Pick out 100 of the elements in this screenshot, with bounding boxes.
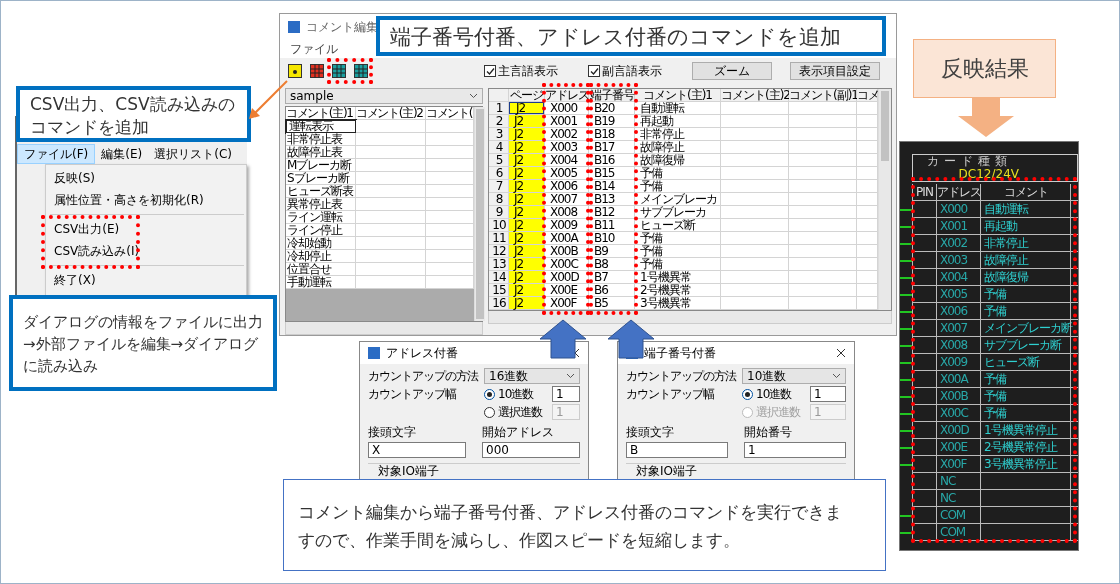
table-cell: X002 [545, 128, 589, 141]
table-cell[interactable]: J2 [509, 297, 545, 310]
table-cell[interactable]: J2 [509, 206, 545, 219]
menu-item[interactable]: 選択リスト(C) [148, 145, 238, 163]
table-cell: B19 [589, 115, 635, 128]
table-cell [721, 271, 789, 284]
table-cell: 故障復帰 [635, 154, 721, 167]
table-cell[interactable]: J2 [509, 271, 545, 284]
table-cell[interactable]: J2 [509, 128, 545, 141]
table-cell[interactable]: J2 [509, 232, 545, 245]
checkbox[interactable]: 主言語表示 [484, 62, 558, 80]
table-cell [721, 219, 789, 232]
page-icon[interactable] [288, 64, 302, 78]
table-cell: ヒューズ断 [635, 219, 721, 232]
input-field[interactable]: 1 [552, 386, 580, 402]
menu-item[interactable]: 属性位置・高さを初期化(R) [46, 189, 246, 211]
callout-text: 端子番号付番、アドレス付番のコマンドを追加 [376, 16, 886, 56]
row-number: 3 [489, 128, 509, 141]
method-dropdown[interactable]: 10進数 [742, 368, 846, 384]
table-cell[interactable]: 非常停止表 [286, 133, 356, 146]
table-cell: 予備 [980, 371, 1070, 388]
table-cell[interactable]: J2 [509, 258, 545, 271]
method-dropdown[interactable]: 16進数 [484, 368, 580, 384]
radio-option[interactable]: 10進数 [484, 385, 548, 403]
table-cell[interactable]: 位置合せ [286, 263, 356, 276]
table-cell [912, 269, 936, 286]
menu-item[interactable]: CSV出力(E) [46, 218, 246, 240]
table-cell: サブブレーカ断 [980, 337, 1070, 354]
settings-button[interactable]: 表示項目設定 [790, 62, 880, 80]
table-cell[interactable]: J2 [509, 154, 545, 167]
table-cell: 非常停止 [635, 128, 721, 141]
table-cell [356, 276, 426, 289]
grid-icon[interactable] [332, 64, 346, 78]
table-cell [356, 185, 426, 198]
table-cell[interactable]: 故障停止表 [286, 146, 356, 159]
app-icon [368, 347, 380, 359]
table-cell[interactable]: J2 [509, 219, 545, 232]
table-cell[interactable]: 手動運転 [286, 276, 356, 289]
table-cell: X009 [936, 354, 980, 371]
table-cell [721, 245, 789, 258]
table-icon[interactable] [310, 64, 324, 78]
close-icon[interactable] [836, 348, 846, 358]
table-cell[interactable]: J2 [509, 167, 545, 180]
dialog-title: 端子番号付番 [644, 344, 716, 362]
table-cell [789, 284, 857, 297]
table-cell[interactable]: J2 [509, 245, 545, 258]
checkbox[interactable]: 副言語表示 [588, 62, 662, 80]
dialog-title: アドレス付番 [386, 344, 458, 362]
menu-item[interactable]: 編集(E) [95, 145, 149, 163]
table-cell[interactable]: 冷却停止 [286, 250, 356, 263]
table-cell[interactable]: J2 [509, 180, 545, 193]
table-cell [426, 276, 474, 289]
row-number: 5 [489, 154, 509, 167]
table-cell[interactable]: Mブレーカ断 [286, 159, 356, 172]
table-cell [857, 102, 878, 115]
table-cell: X00B [545, 245, 589, 258]
table-cell[interactable]: 運転表示 [286, 120, 356, 133]
table-cell[interactable]: J2 [509, 102, 545, 115]
input-field[interactable]: B [626, 442, 728, 458]
menu-item[interactable]: 反映(S) [46, 167, 246, 189]
column-header: アドレス [936, 184, 980, 201]
radio-option[interactable]: 選択進数 [484, 403, 548, 421]
table-cell [912, 371, 936, 388]
table-cell[interactable]: 冷却始動 [286, 237, 356, 250]
table-cell: X008 [545, 206, 589, 219]
menu-item[interactable]: ファイル [284, 40, 344, 58]
table-cell: X00F [936, 456, 980, 473]
scrollbar[interactable] [285, 322, 483, 335]
table-cell[interactable]: J2 [509, 193, 545, 206]
scrollbar[interactable] [474, 107, 485, 321]
table-cell[interactable]: J2 [509, 141, 545, 154]
table-cell[interactable]: J2 [509, 115, 545, 128]
table-cell[interactable]: ライン運転 [286, 211, 356, 224]
table-cell[interactable]: Sブレーカ断 [286, 172, 356, 185]
input-field[interactable]: 1 [810, 386, 846, 402]
menu-item[interactable]: 終了(X) [46, 269, 246, 291]
zoom-button[interactable]: ズーム [692, 62, 772, 80]
scrollbar[interactable] [878, 89, 891, 310]
table-cell: X00A [936, 371, 980, 388]
table-cell[interactable]: 異常停止表 [286, 198, 356, 211]
table-cell: 1号機異常 [635, 271, 721, 284]
field-label: カウントアップの方法 [368, 367, 480, 385]
table-cell[interactable]: J2 [509, 284, 545, 297]
check-icon [485, 66, 495, 76]
table-cell: B10 [589, 232, 635, 245]
table-cell [426, 120, 474, 133]
table-cell[interactable]: ライン停止 [286, 224, 356, 237]
table-cell [356, 172, 426, 185]
table-cell [789, 232, 857, 245]
scrollbar[interactable] [488, 311, 892, 324]
menu-item[interactable]: ファイル(F) [17, 144, 96, 164]
list-dropdown[interactable]: sample [285, 88, 483, 104]
input-field[interactable]: 000 [482, 442, 580, 458]
radio-option[interactable]: 10進数 [742, 385, 806, 403]
grid-icon[interactable] [354, 64, 368, 78]
table-cell: X00A [545, 232, 589, 245]
input-field[interactable]: 1 [744, 442, 846, 458]
table-cell: 自動運転 [980, 201, 1070, 218]
table-cell[interactable]: ヒューズ断表 [286, 185, 356, 198]
input-field[interactable]: X [368, 442, 466, 458]
